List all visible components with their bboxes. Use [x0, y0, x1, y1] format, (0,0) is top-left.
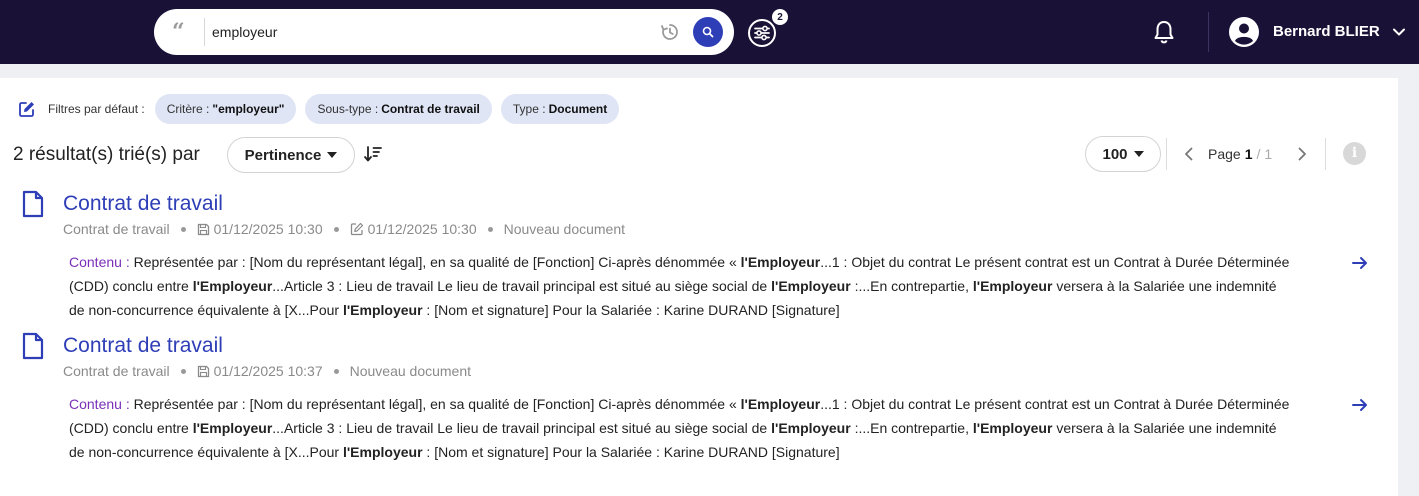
- arrow-right-icon[interactable]: [1351, 397, 1369, 413]
- page-current: 1: [1244, 146, 1253, 162]
- page-separator: /: [1256, 146, 1261, 162]
- per-page-select[interactable]: 100: [1085, 136, 1161, 172]
- search-icon: [702, 26, 714, 38]
- result-status: Nouveau document: [349, 363, 472, 379]
- result-created: 01/12/2025 10:30: [213, 221, 323, 237]
- chip-key: Sous-type :: [317, 102, 379, 116]
- pager-divider: [1166, 138, 1167, 170]
- quote-icon[interactable]: “: [172, 21, 192, 43]
- results-panel: Filtres par défaut : Critère : "employeur…: [0, 78, 1398, 496]
- snippet-text: : [Nom et signature] Pour la Salariée : …: [422, 302, 840, 318]
- chip-value: Document: [548, 102, 608, 116]
- snippet-highlight: l'Employeur: [740, 254, 821, 270]
- filters-label: Filtres par défaut :: [48, 102, 145, 116]
- caret-down-icon: [327, 152, 338, 158]
- top-bar: “ 2 Bernard BLIER: [0, 0, 1419, 64]
- result-modified: 01/12/2025 10:30: [367, 221, 477, 237]
- pager-divider: [1325, 138, 1326, 170]
- per-page-value: 100: [1102, 145, 1128, 163]
- result-title[interactable]: Contrat de travail: [63, 192, 223, 216]
- meta-dot: [180, 368, 186, 374]
- snippet-highlight: l'Employeur: [342, 444, 423, 460]
- document-icon: [22, 332, 44, 360]
- search-input[interactable]: [212, 21, 642, 43]
- chevron-down-icon[interactable]: [1392, 26, 1406, 38]
- sort-value: Pertinence: [244, 146, 322, 164]
- document-icon: [22, 190, 44, 218]
- filter-chip-criterion[interactable]: Critère : "employeur": [154, 94, 297, 124]
- snippet-text: ...Article 3 : Lieu de travail Le lieu d…: [272, 278, 772, 294]
- meta-dot: [333, 368, 339, 374]
- snippet-text: : [Nom et signature] Pour la Salariée : …: [422, 444, 840, 460]
- chevron-left-icon[interactable]: [1181, 146, 1197, 162]
- edit-icon[interactable]: [18, 100, 36, 118]
- results-count: 2 résultat(s) trié(s) par: [13, 144, 200, 165]
- result-snippet: Contenu : Représentée par : [Nom du repr…: [69, 392, 1294, 464]
- snippet-text: Représentée par : [Nom du représentant l…: [133, 396, 741, 412]
- meta-dot: [333, 226, 339, 232]
- chip-value: Contrat de travail: [381, 102, 480, 116]
- bell-icon[interactable]: [1150, 18, 1178, 46]
- sort-direction-icon[interactable]: [363, 144, 383, 164]
- meta-dot: [180, 226, 186, 232]
- chip-key: Critère :: [166, 102, 210, 116]
- snippet-highlight: l'Employeur: [972, 420, 1053, 436]
- result-subtype: Contrat de travail: [63, 221, 170, 237]
- filter-chip-type[interactable]: Type : Document: [500, 94, 620, 124]
- page-label: Page: [1208, 146, 1241, 162]
- snippet-text: :...En contrepartie,: [850, 278, 973, 294]
- snippet-highlight: l'Employeur: [771, 420, 851, 436]
- arrow-right-icon[interactable]: [1351, 255, 1369, 271]
- page-total: 1: [1264, 146, 1273, 162]
- result-created: 01/12/2025 10:37: [213, 363, 323, 379]
- chevron-right-icon[interactable]: [1294, 146, 1310, 162]
- chip-value: "employeur": [212, 102, 285, 116]
- caret-down-icon: [1133, 151, 1144, 157]
- snippet-highlight: l'Employeur: [192, 278, 273, 294]
- result-subtype: Contrat de travail: [63, 363, 170, 379]
- search-bar: “: [154, 9, 734, 55]
- default-filters: Filtres par défaut : Critère : "employeur…: [18, 94, 628, 124]
- content-label: Contenu :: [69, 396, 130, 412]
- edit-icon: [350, 222, 363, 236]
- search-divider: [204, 18, 205, 46]
- search-button[interactable]: [693, 17, 723, 47]
- chip-key: Type :: [512, 102, 546, 116]
- save-icon: [197, 223, 209, 235]
- user-icon[interactable]: [1228, 16, 1260, 48]
- snippet-highlight: l'Employeur: [972, 278, 1053, 294]
- snippet-highlight: l'Employeur: [740, 396, 821, 412]
- result-item: Contrat de travail Contrat de travail 01…: [0, 332, 1398, 472]
- user-divider: [1208, 12, 1209, 52]
- history-icon[interactable]: [660, 22, 680, 42]
- save-icon: [197, 365, 209, 377]
- snippet-text: ...Article 3 : Lieu de travail Le lieu d…: [272, 420, 772, 436]
- user-name[interactable]: Bernard BLIER: [1273, 23, 1380, 40]
- page-indicator: Page 1/1: [1208, 146, 1272, 162]
- result-meta: Contrat de travail 01/12/2025 10:30 01/1…: [63, 221, 625, 237]
- sort-select[interactable]: Pertinence: [227, 137, 355, 173]
- result-status: Nouveau document: [503, 221, 626, 237]
- content-label: Contenu :: [69, 254, 130, 270]
- filter-count-badge: 2: [771, 8, 789, 26]
- snippet-highlight: l'Employeur: [342, 302, 423, 318]
- info-icon[interactable]: i: [1343, 142, 1366, 165]
- result-meta: Contrat de travail 01/12/2025 10:37 Nouv…: [63, 363, 471, 379]
- snippet-text: :...En contrepartie,: [850, 420, 973, 436]
- snippet-highlight: l'Employeur: [771, 278, 851, 294]
- result-snippet: Contenu : Représentée par : [Nom du repr…: [69, 250, 1294, 322]
- snippet-highlight: l'Employeur: [192, 420, 273, 436]
- meta-dot: [487, 226, 493, 232]
- filter-chip-subtype[interactable]: Sous-type : Contrat de travail: [305, 94, 492, 124]
- result-title[interactable]: Contrat de travail: [63, 334, 223, 358]
- result-item: Contrat de travail Contrat de travail 01…: [0, 190, 1398, 330]
- snippet-text: Représentée par : [Nom du représentant l…: [133, 254, 741, 270]
